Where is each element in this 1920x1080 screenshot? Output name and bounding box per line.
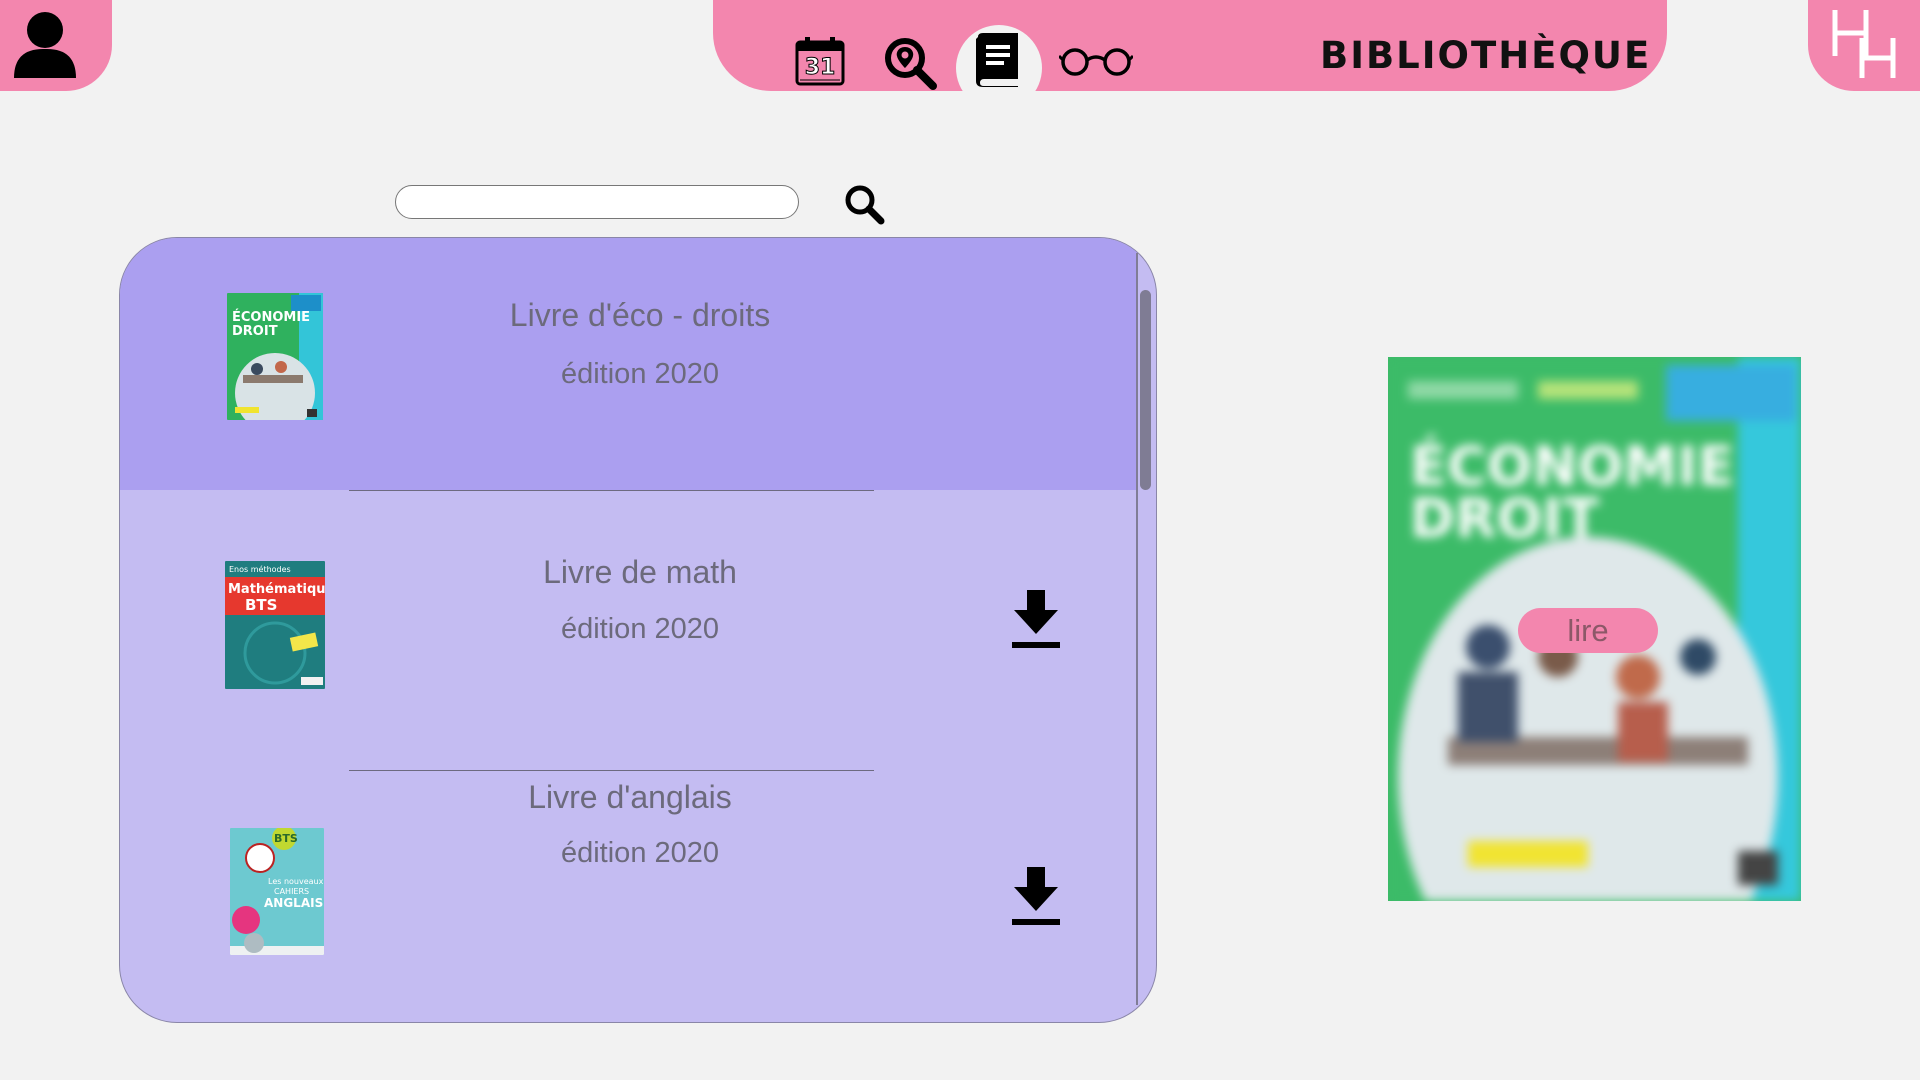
- cover-title-line2: DROIT: [232, 324, 278, 339]
- search-button[interactable]: [843, 183, 885, 225]
- book-cover-math: Enos méthodes Mathématiques BTS: [225, 561, 325, 689]
- book-edition: édition 2020: [560, 613, 720, 645]
- calendar-icon[interactable]: 31: [795, 36, 845, 86]
- book-edition: édition 2020: [560, 358, 720, 390]
- book-title: Livre d'éco - droits: [509, 297, 771, 333]
- download-icon[interactable]: [1010, 590, 1062, 650]
- hh-logo-icon: [1832, 10, 1896, 78]
- cover-badge: BTS: [274, 832, 298, 845]
- read-button[interactable]: lire: [1518, 608, 1658, 653]
- book-row-eco-droit[interactable]: ÉCONOMIE DROIT Livre d'éco - droits édit…: [120, 238, 1138, 490]
- calendar-day-text: 31: [805, 55, 836, 80]
- book-icon[interactable]: [974, 33, 1020, 87]
- book-row-anglais[interactable]: BTS Les nouveaux CAHIERS ANGLAIS Livre d…: [120, 771, 1138, 1022]
- glasses-icon[interactable]: [1059, 46, 1133, 78]
- preview-cover-line2: DROIT: [1410, 487, 1599, 550]
- location-search-icon[interactable]: [883, 36, 937, 90]
- book-list[interactable]: ÉCONOMIE DROIT Livre d'éco - droits édit…: [119, 237, 1157, 1023]
- svg-text:ANGLAIS: ANGLAIS: [264, 896, 323, 910]
- cover-title-line1: ÉCONOMIE: [232, 309, 310, 325]
- user-silhouette-icon[interactable]: [12, 8, 78, 78]
- scrollbar-thumb[interactable]: [1140, 290, 1151, 490]
- book-title: Livre d'anglais: [528, 779, 732, 815]
- scrollbar-track[interactable]: [1136, 253, 1138, 1005]
- book-cover-eco-droit: ÉCONOMIE DROIT: [227, 293, 323, 420]
- profile-tab[interactable]: [0, 0, 112, 91]
- page-title: BIBLIOTHÈQUE: [1320, 34, 1652, 77]
- book-cover-anglais: BTS Les nouveaux CAHIERS ANGLAIS: [230, 828, 324, 955]
- download-icon[interactable]: [1010, 867, 1062, 927]
- cover-title-line1: Mathématiques: [228, 582, 325, 597]
- search-input[interactable]: [395, 185, 799, 219]
- book-edition: édition 2020: [560, 837, 720, 869]
- app-logo[interactable]: [1808, 0, 1920, 91]
- cover-series: Enos méthodes: [229, 564, 291, 574]
- svg-text:CAHIERS: CAHIERS: [274, 887, 309, 896]
- book-row-math[interactable]: Enos méthodes Mathématiques BTS Livre de…: [120, 491, 1138, 771]
- book-title: Livre de math: [543, 554, 737, 590]
- cover-title-line2: BTS: [245, 596, 277, 614]
- svg-text:Les nouveaux: Les nouveaux: [268, 877, 324, 886]
